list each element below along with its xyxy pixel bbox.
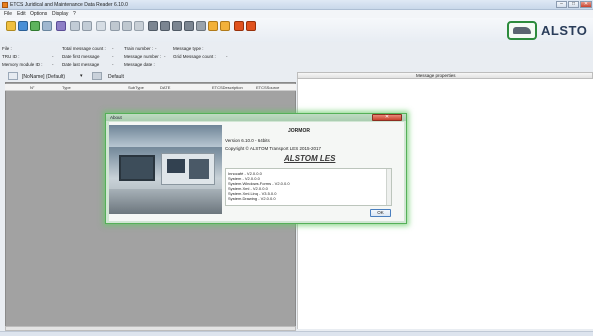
assembly-list[interactable]: Innocafé - V2.0.0.0 System - V2.0.0.0 Sy…	[225, 168, 392, 206]
export-icon[interactable]	[82, 21, 92, 31]
minimize-button[interactable]: –	[556, 1, 567, 8]
train-cab-image	[109, 125, 222, 214]
train-icon-4[interactable]	[184, 21, 194, 31]
properties-header-label: Message properties	[416, 73, 456, 78]
tru-id-value: -	[52, 54, 54, 59]
train-logo-icon	[513, 27, 531, 34]
filter-name[interactable]: [NoName] (Default)	[22, 74, 65, 80]
grid-header	[5, 84, 296, 91]
about-copyright: Copyright © ALSTOM Transport LES 2015-20…	[225, 146, 322, 151]
about-version: Version 6.10.0 - 64bits	[225, 138, 270, 143]
total-message-value: -	[112, 46, 114, 51]
file-label: File :	[2, 46, 12, 51]
ok-button[interactable]: OK	[370, 209, 391, 217]
about-company: ALSTOM LES	[284, 154, 336, 163]
save-icon[interactable]	[42, 21, 52, 31]
about-close-button[interactable]: ✕	[372, 114, 402, 121]
train-icon-3[interactable]	[172, 21, 182, 31]
menu-file[interactable]: File	[4, 11, 12, 17]
lock-icon-1[interactable]	[208, 21, 218, 31]
train-number-value: -	[155, 46, 157, 51]
grid-count-label: Grid Message count :	[173, 54, 216, 59]
close-button[interactable]: ✕	[580, 1, 592, 8]
open-folder-icon[interactable]	[6, 21, 16, 31]
assembly-scrollbar[interactable]	[386, 169, 391, 205]
grid-count-value: -	[226, 54, 228, 59]
column-subtype[interactable]: SubType	[128, 85, 144, 90]
filter-pencil-icon[interactable]	[8, 72, 18, 80]
import-icon[interactable]	[30, 21, 40, 31]
column-number[interactable]: N°	[30, 85, 35, 90]
column-date[interactable]: DATE	[160, 85, 170, 90]
filter-icon[interactable]	[56, 21, 66, 31]
tru-id-label: TRU ID :	[2, 54, 20, 59]
filter-dropdown-chevron-icon[interactable]: ▾	[80, 73, 83, 79]
date-last-label: Date last message	[62, 62, 100, 67]
menu-display[interactable]: Display	[52, 11, 68, 17]
date-first-label: Date first message	[62, 54, 100, 59]
memory-module-label: Memory module ID :	[2, 62, 43, 67]
default-filter-button[interactable]: Default	[108, 74, 124, 80]
alstom-logo: ALSTO	[541, 23, 588, 38]
app-icon	[2, 2, 8, 8]
lock-icon-2[interactable]	[220, 21, 230, 31]
open-file-icon[interactable]	[18, 21, 28, 31]
message-date-label: Message date :	[124, 62, 155, 67]
train-icon-2[interactable]	[160, 21, 170, 31]
status-bar	[0, 331, 593, 336]
chart-icon[interactable]	[96, 21, 106, 31]
date-last-value: -	[112, 62, 114, 67]
message-type-label: Message type :	[173, 46, 204, 51]
about-title-bar	[106, 114, 406, 121]
previous-icon[interactable]	[110, 21, 120, 31]
date-first-value: -	[112, 54, 114, 59]
print-icon[interactable]	[70, 21, 80, 31]
properties-header: Message properties	[297, 72, 593, 79]
column-type[interactable]: Type	[62, 85, 71, 90]
train-icon-1[interactable]	[148, 21, 158, 31]
menu-bar: File Edit Options Display ?	[0, 10, 593, 18]
alert-icon-1[interactable]	[234, 21, 244, 31]
message-number-value: -	[164, 54, 166, 59]
menu-options[interactable]: Options	[30, 11, 47, 17]
message-number-label: Message number :	[124, 54, 162, 59]
wrench-icon[interactable]	[196, 21, 206, 31]
about-title: About	[110, 115, 122, 120]
save-filter-icon[interactable]	[92, 72, 102, 80]
menu-edit[interactable]: Edit	[17, 11, 26, 17]
memory-module-value: -	[52, 62, 54, 67]
column-etcs-description[interactable]: ETCSDescription	[212, 85, 243, 90]
about-product-name: JORMOR	[288, 128, 310, 134]
total-message-label: Total message count :	[62, 46, 106, 51]
assembly-item: System.Drawing - V2.0.0.0	[228, 196, 276, 201]
window-title: ETCS Juridical and Maintenance Data Read…	[10, 2, 128, 8]
maximize-button[interactable]: □	[568, 1, 579, 8]
train-number-label: Train number :	[124, 46, 154, 51]
column-etcs-source[interactable]: ETCSSource	[256, 85, 279, 90]
sort-icon[interactable]	[134, 21, 144, 31]
play-icon[interactable]	[122, 21, 132, 31]
alert-icon-2[interactable]	[246, 21, 256, 31]
menu-help[interactable]: ?	[73, 11, 76, 17]
